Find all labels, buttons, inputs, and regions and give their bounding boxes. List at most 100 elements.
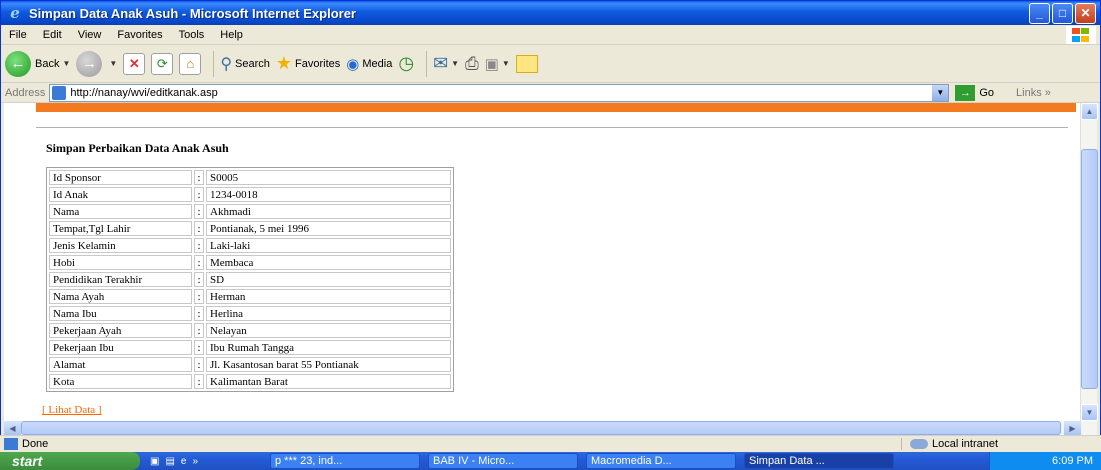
- field-value: Herman: [206, 289, 451, 304]
- page-content: Simpan Perbaikan Data Anak Asuh Id Spons…: [4, 103, 1080, 421]
- field-value: 1234-0018: [206, 187, 451, 202]
- window-title: Simpan Data Anak Asuh - Microsoft Intern…: [29, 5, 356, 21]
- scroll-thumb[interactable]: [1081, 149, 1098, 389]
- field-separator: :: [194, 170, 204, 185]
- search-button[interactable]: ⚲ Search: [220, 54, 270, 74]
- field-label: Id Anak: [49, 187, 192, 202]
- scroll-down-icon[interactable]: ▼: [1081, 404, 1098, 421]
- chevron-right-icon[interactable]: »: [192, 456, 198, 467]
- ie-icon[interactable]: e: [181, 456, 187, 467]
- menu-file[interactable]: File: [1, 29, 35, 41]
- scroll-thumb-horizontal[interactable]: [21, 421, 1061, 435]
- stop-button[interactable]: ✕: [123, 52, 146, 75]
- forward-arrow-icon: →: [76, 50, 103, 77]
- field-value: Herlina: [206, 306, 451, 321]
- field-separator: :: [194, 204, 204, 219]
- field-label: Pekerjaan Ibu: [49, 340, 192, 355]
- table-row: Pekerjaan Ibu: Ibu Rumah Tangga: [49, 340, 451, 355]
- scroll-right-icon[interactable]: ▶: [1064, 421, 1081, 435]
- field-separator: :: [194, 306, 204, 321]
- forward-button[interactable]: → ▼: [76, 50, 118, 77]
- status-text-area: Done: [0, 438, 901, 450]
- table-row: Id Sponsor: S0005: [49, 170, 451, 185]
- field-separator: :: [194, 289, 204, 304]
- menu-view[interactable]: View: [70, 29, 110, 41]
- scroll-up-icon[interactable]: ▲: [1081, 103, 1098, 120]
- address-url: http://nanay/wvi/editkanak.asp: [70, 86, 218, 99]
- field-label: Nama Ayah: [49, 289, 192, 304]
- field-separator: :: [194, 323, 204, 338]
- field-label: Nama: [49, 204, 192, 219]
- back-button[interactable]: ← Back ▼: [5, 50, 70, 77]
- scroll-left-icon[interactable]: ◀: [4, 421, 21, 435]
- explorer-icon[interactable]: ▤: [165, 456, 174, 467]
- home-button[interactable]: ⌂: [179, 52, 202, 75]
- minimize-button[interactable]: _: [1029, 2, 1050, 24]
- field-value: Akhmadi: [206, 204, 451, 219]
- field-value: S0005: [206, 170, 451, 185]
- media-button[interactable]: ◉ Media: [346, 55, 392, 73]
- toolbar-separator: [426, 50, 428, 77]
- start-button[interactable]: start: [0, 452, 140, 470]
- table-row: Hobi: Membaca: [49, 255, 451, 270]
- field-label: Id Sponsor: [49, 170, 192, 185]
- table-row: Nama Ibu: Herlina: [49, 306, 451, 321]
- search-icon: ⚲: [220, 55, 233, 73]
- task-button[interactable]: p *** 23, ind...: [270, 453, 420, 469]
- address-input[interactable]: http://nanay/wvi/editkanak.asp ▼: [49, 83, 950, 102]
- field-separator: :: [194, 340, 204, 355]
- field-label: Hobi: [49, 255, 192, 270]
- field-separator: :: [194, 238, 204, 253]
- field-value: Jl. Kasantosan barat 55 Pontianak: [206, 357, 451, 372]
- field-value: Kalimantan Barat: [206, 374, 451, 389]
- menu-tools[interactable]: Tools: [171, 29, 213, 41]
- printer-icon: ⎙: [465, 53, 479, 73]
- field-label: Pekerjaan Ayah: [49, 323, 192, 338]
- field-separator: :: [194, 357, 204, 372]
- task-button[interactable]: Simpan Data ...: [744, 453, 894, 469]
- table-row: Kota: Kalimantan Barat: [49, 374, 451, 389]
- menu-edit[interactable]: Edit: [35, 29, 70, 41]
- chevron-down-icon[interactable]: ▼: [932, 84, 949, 101]
- field-separator: :: [194, 221, 204, 236]
- status-bar: Done Local intranet: [0, 435, 1101, 452]
- menu-favorites[interactable]: Favorites: [109, 29, 170, 41]
- mail-button[interactable]: ✉ ▼: [433, 53, 459, 74]
- menu-help[interactable]: Help: [212, 29, 251, 41]
- field-separator: :: [194, 374, 204, 389]
- desktop-icon[interactable]: ▣: [150, 456, 159, 467]
- field-label: Pendidikan Terakhir: [49, 272, 192, 287]
- address-label: Address: [5, 86, 46, 99]
- links-toolbar[interactable]: Links »: [1016, 87, 1051, 99]
- messenger-button[interactable]: [515, 54, 538, 73]
- print-button[interactable]: ⎙: [465, 54, 479, 74]
- horizontal-scrollbar[interactable]: ◀ ▶: [4, 421, 1097, 435]
- taskbar: start ▣ ▤ e » p *** 23, ind... BAB IV - …: [0, 452, 1101, 470]
- maximize-button[interactable]: □: [1052, 2, 1073, 24]
- view-data-link[interactable]: [ Lihat Data ]: [42, 404, 102, 416]
- edit-button[interactable]: ▣ ▼: [485, 55, 510, 73]
- chevron-down-icon: ▼: [109, 59, 118, 68]
- task-button[interactable]: Macromedia D...: [586, 453, 736, 469]
- vertical-scrollbar[interactable]: ▲ ▼: [1080, 103, 1098, 421]
- back-arrow-icon: ←: [5, 50, 31, 77]
- page-status-icon: [4, 438, 18, 450]
- windows-flag-icon: [1066, 26, 1096, 44]
- history-button[interactable]: ◷: [398, 53, 414, 74]
- task-button[interactable]: BAB IV - Micro...: [428, 453, 578, 469]
- title-bar[interactable]: e Simpan Data Anak Asuh - Microsoft Inte…: [1, 1, 1100, 25]
- field-label: Alamat: [49, 357, 192, 372]
- field-label: Kota: [49, 374, 192, 389]
- go-button[interactable]: → Go: [955, 84, 994, 101]
- field-value: SD: [206, 272, 451, 287]
- mail-icon: ✉: [433, 53, 449, 73]
- field-value: Ibu Rumah Tangga: [206, 340, 451, 355]
- ie-logo-icon: e: [10, 4, 20, 22]
- field-separator: :: [194, 255, 204, 270]
- close-button[interactable]: ✕: [1075, 2, 1096, 24]
- table-row: Jenis Kelamin: Laki-laki: [49, 238, 451, 253]
- refresh-button[interactable]: ⟳: [151, 52, 174, 75]
- menu-bar: File Edit View Favorites Tools Help: [1, 25, 1100, 45]
- favorites-button[interactable]: ★ Favorites: [276, 53, 340, 74]
- page-heading: Simpan Perbaikan Data Anak Asuh: [46, 141, 229, 155]
